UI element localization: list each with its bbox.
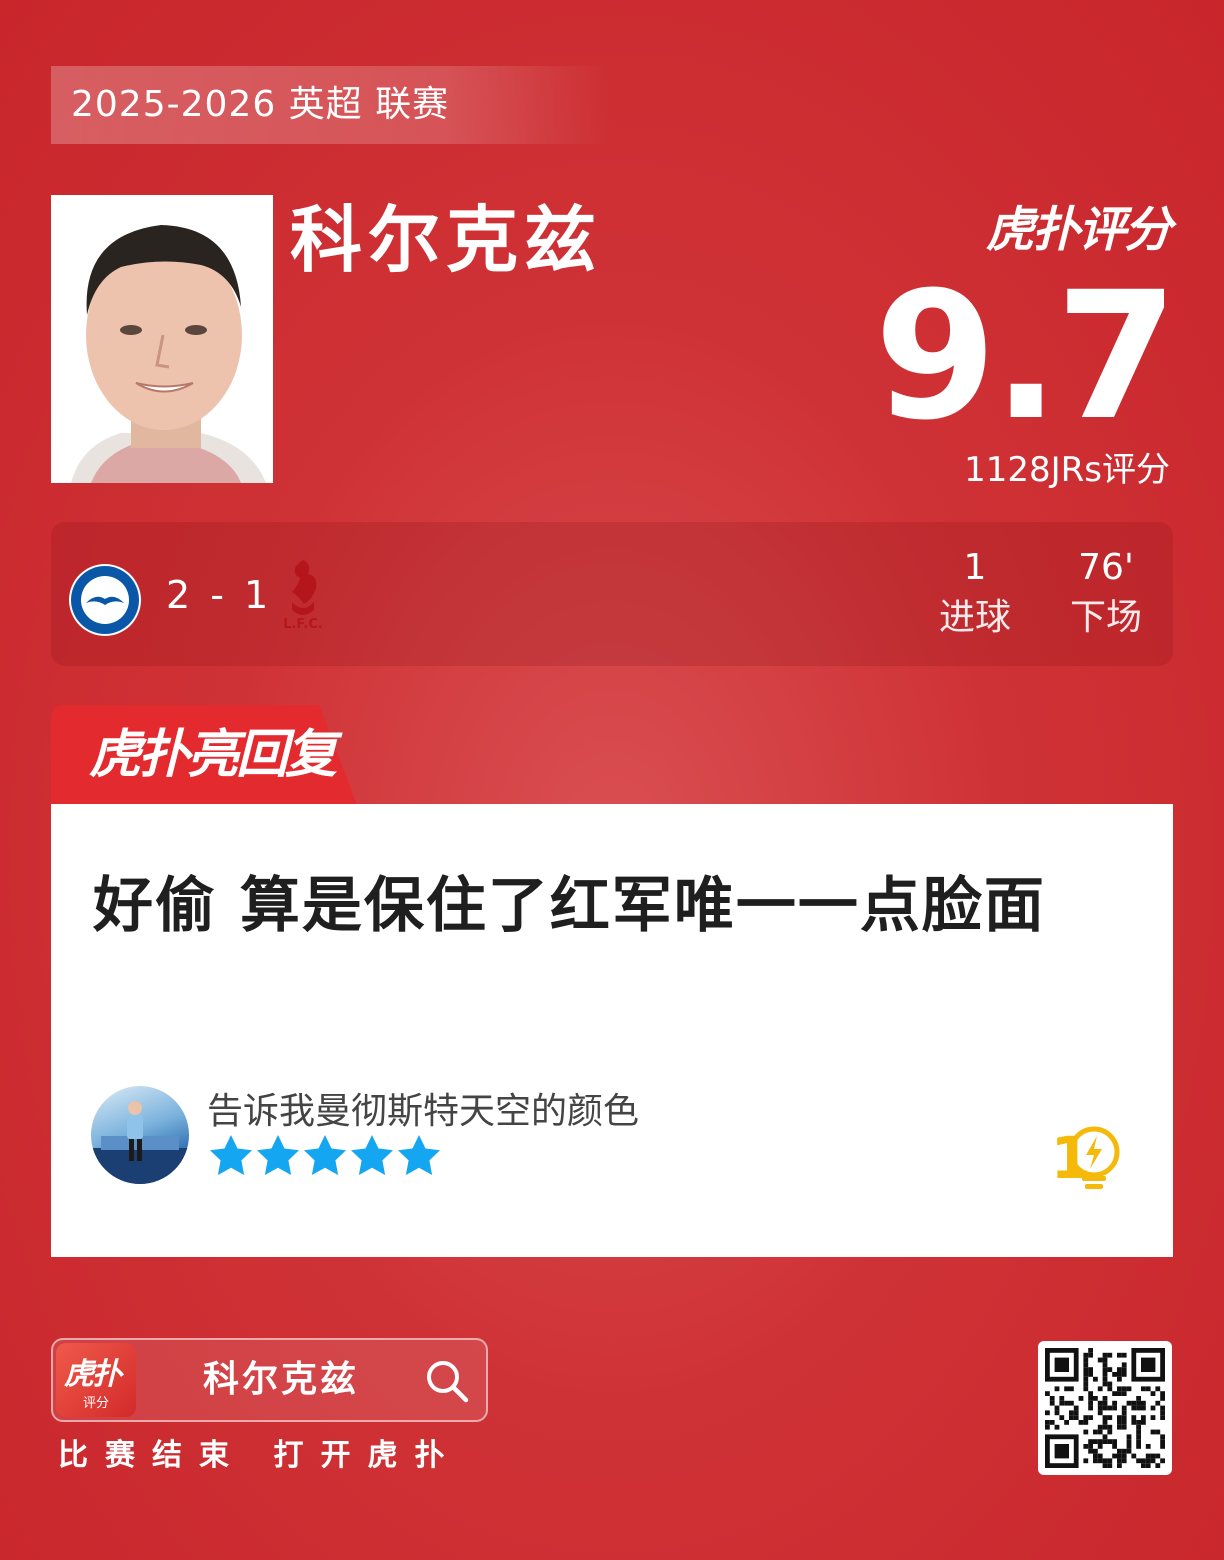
app-icon-label: 虎扑 xyxy=(64,1357,122,1392)
stat-goals-label: 进球 xyxy=(938,597,1011,638)
star-icon xyxy=(350,1134,394,1176)
search-bar[interactable]: 虎扑 评分 科尔克兹 xyxy=(51,1338,488,1422)
liverpool-crest-icon: L.F.C. xyxy=(278,556,328,634)
star-icon xyxy=(209,1134,253,1176)
star-icon xyxy=(397,1134,441,1176)
stat-goals: 1 进球 xyxy=(915,546,1035,640)
reply-username[interactable]: 告诉我曼彻斯特天空的颜色 xyxy=(207,1090,639,1134)
rating-score: 9.7 xyxy=(874,254,1178,459)
player-name: 科尔克兹 xyxy=(290,198,603,282)
hupu-app-icon: 虎扑 评分 xyxy=(56,1343,136,1417)
stat-subbed-off-label: 下场 xyxy=(1069,597,1142,638)
reply-card: 好偷 算是保住了红军唯一一点脸面 告诉我曼彻斯特天空的颜色 1 xyxy=(51,804,1173,1257)
user-rating-stars xyxy=(209,1134,444,1176)
season-banner: 2025-2026 英超 联赛 xyxy=(51,66,611,144)
lightbulb-icon[interactable] xyxy=(1065,1126,1123,1192)
search-icon[interactable] xyxy=(424,1358,470,1404)
search-query: 科尔克兹 xyxy=(203,1359,360,1400)
svg-text:L.F.C.: L.F.C. xyxy=(283,617,323,632)
hot-reply-tab: 虎扑亮回复 xyxy=(51,705,361,805)
footer-tagline: 比赛结束 打开虎扑 xyxy=(58,1438,462,1473)
match-score: 2 - 1 xyxy=(166,573,273,617)
star-icon xyxy=(303,1134,347,1176)
rating-votes: 1128JRs评分 xyxy=(964,450,1170,490)
player-photo xyxy=(51,195,273,483)
stat-subbed-off: 76' 下场 xyxy=(1046,546,1166,640)
star-icon xyxy=(256,1134,300,1176)
stat-subbed-off-value: 76' xyxy=(1078,547,1134,588)
brighton-crest-icon xyxy=(68,563,142,637)
reply-comment: 好偷 算是保住了红军唯一一点脸面 xyxy=(93,871,1046,941)
hot-reply-label: 虎扑亮回复 xyxy=(89,725,337,785)
stat-goals-value: 1 xyxy=(963,547,987,588)
qr-code xyxy=(1038,1341,1172,1475)
user-avatar[interactable] xyxy=(91,1086,189,1184)
app-icon-sub: 评分 xyxy=(82,1396,109,1411)
